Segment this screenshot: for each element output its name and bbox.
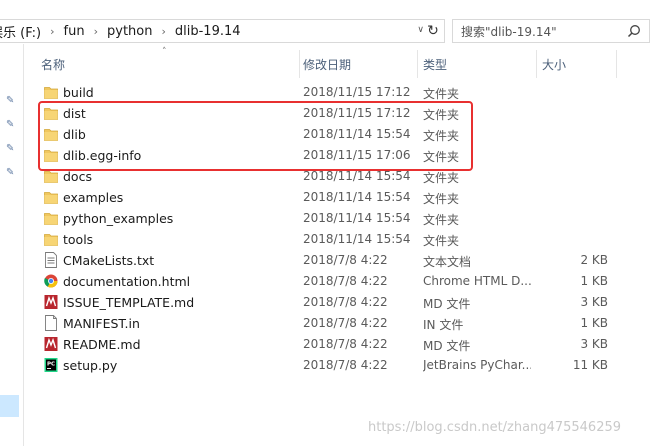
breadcrumb-python[interactable]: python — [107, 24, 152, 39]
pin-icon[interactable]: ✎ — [6, 168, 16, 178]
file-name: documentation.html — [63, 274, 191, 289]
column-header: ˄ 名称 修改日期 类型 大小 — [24, 44, 650, 78]
pycharm-file-icon: PC — [44, 357, 58, 373]
column-divider[interactable] — [299, 50, 300, 78]
file-date: 2018/11/14 15:54 — [303, 169, 411, 183]
file-row[interactable]: MANIFEST.in 2018/7/8 4:22 IN 文件 1 KB — [24, 313, 650, 334]
watermark: https://blog.csdn.net/zhang475546259 — [368, 420, 622, 435]
file-name: docs — [63, 169, 92, 184]
search-input[interactable]: 搜索"dlib-19.14" — [452, 19, 650, 43]
file-size: 2 KB — [580, 253, 608, 267]
file-row[interactable]: CMakeLists.txt 2018/7/8 4:22 文本文档 2 KB — [24, 250, 650, 271]
folder-icon — [44, 189, 58, 205]
address-bar: 娱乐 (F:) › fun › python › dlib-19.14 ∨ ↻ … — [0, 0, 650, 44]
file-name: python_examples — [63, 211, 174, 226]
file-row[interactable]: ISSUE_TEMPLATE.md 2018/7/8 4:22 MD 文件 3 KB — [24, 292, 650, 313]
file-size: 3 KB — [580, 295, 608, 309]
column-name[interactable]: 名称 — [41, 56, 65, 73]
chevron-right-icon[interactable]: › — [50, 25, 54, 38]
column-size[interactable]: 大小 — [542, 56, 566, 73]
file-size: 1 KB — [580, 274, 608, 288]
file-type: MD 文件 — [423, 339, 471, 353]
file-row[interactable]: documentation.html 2018/7/8 4:22 Chrome HT… — [24, 271, 650, 292]
file-row[interactable]: python_examples 2018/11/14 15:54 文件夹 — [24, 208, 650, 229]
file-name: tools — [63, 232, 94, 247]
text-file-icon — [44, 252, 58, 268]
search-placeholder: 搜索"dlib-19.14" — [461, 24, 557, 39]
file-date: 2018/11/14 15:54 — [303, 190, 411, 204]
file-name: CMakeLists.txt — [63, 253, 155, 268]
file-type: IN 文件 — [423, 318, 464, 332]
file-type: Chrome HTML D... — [423, 274, 531, 288]
navigation-pane: ✎ ✎ ✎ ✎ — [0, 44, 22, 446]
pin-icon[interactable]: ✎ — [6, 144, 16, 154]
file-size: 1 KB — [580, 316, 608, 330]
file-row[interactable]: examples 2018/11/14 15:54 文件夹 — [24, 187, 650, 208]
file-type: 文件夹 — [423, 213, 460, 227]
file-type: 文件夹 — [423, 234, 460, 248]
file-name: build — [63, 85, 94, 100]
column-type[interactable]: 类型 — [423, 56, 447, 73]
markdown-file-icon — [44, 294, 58, 310]
file-date: 2018/7/8 4:22 — [303, 295, 388, 309]
file-row[interactable]: README.md 2018/7/8 4:22 MD 文件 3 KB — [24, 334, 650, 355]
file-name: ISSUE_TEMPLATE.md — [63, 295, 195, 310]
breadcrumb-drive[interactable]: 娱乐 (F:) — [0, 22, 41, 41]
breadcrumb-current[interactable]: dlib-19.14 — [175, 24, 241, 39]
blank-file-icon — [44, 315, 58, 331]
pin-icon[interactable]: ✎ — [6, 96, 16, 106]
file-row[interactable]: build 2018/11/15 17:12 文件夹 — [24, 82, 650, 103]
file-date: 2018/7/8 4:22 — [303, 274, 388, 288]
nav-selected-item[interactable] — [0, 395, 19, 417]
file-name: README.md — [63, 337, 141, 352]
file-name: MANIFEST.in — [63, 316, 140, 331]
column-date[interactable]: 修改日期 — [303, 56, 351, 73]
file-type: JetBrains PyChar... — [423, 358, 531, 372]
file-type: 文件夹 — [423, 192, 460, 206]
file-date: 2018/11/14 15:54 — [303, 211, 411, 225]
file-date: 2018/7/8 4:22 — [303, 337, 388, 351]
chevron-right-icon[interactable]: › — [161, 25, 165, 38]
file-date: 2018/7/8 4:22 — [303, 358, 388, 372]
file-name: setup.py — [63, 358, 118, 373]
file-size: 3 KB — [580, 337, 608, 351]
markdown-file-icon — [44, 336, 58, 352]
chrome-icon — [44, 273, 58, 289]
file-row[interactable]: tools 2018/11/14 15:54 文件夹 — [24, 229, 650, 250]
file-date: 2018/7/8 4:22 — [303, 316, 388, 330]
file-type: 文件夹 — [423, 87, 460, 101]
refresh-icon[interactable]: ↻ — [423, 21, 443, 41]
chevron-right-icon[interactable]: › — [94, 25, 98, 38]
file-type: MD 文件 — [423, 297, 471, 311]
folder-icon — [44, 210, 58, 226]
highlight-box — [38, 101, 473, 171]
column-divider[interactable] — [417, 50, 418, 78]
file-type: 文件夹 — [423, 171, 460, 185]
file-date: 2018/11/15 17:12 — [303, 85, 411, 99]
file-date: 2018/11/14 15:54 — [303, 232, 411, 246]
search-icon[interactable] — [627, 24, 641, 38]
folder-icon — [44, 84, 58, 100]
sort-up-icon: ˄ — [162, 47, 167, 57]
folder-icon — [44, 231, 58, 247]
breadcrumb[interactable]: 娱乐 (F:) › fun › python › dlib-19.14 ∨ — [0, 19, 445, 43]
pin-icon[interactable]: ✎ — [6, 120, 16, 130]
file-row[interactable]: PC setup.py 2018/7/8 4:22 JetBrains PyChar.… — [24, 355, 650, 376]
svg-text:PC: PC — [47, 362, 55, 368]
breadcrumb-fun[interactable]: fun — [64, 24, 85, 39]
file-size: 11 KB — [572, 358, 608, 372]
file-type: 文本文档 — [423, 255, 472, 269]
file-date: 2018/7/8 4:22 — [303, 253, 388, 267]
column-divider[interactable] — [616, 50, 617, 78]
column-divider[interactable] — [536, 50, 537, 78]
file-name: examples — [63, 190, 124, 205]
